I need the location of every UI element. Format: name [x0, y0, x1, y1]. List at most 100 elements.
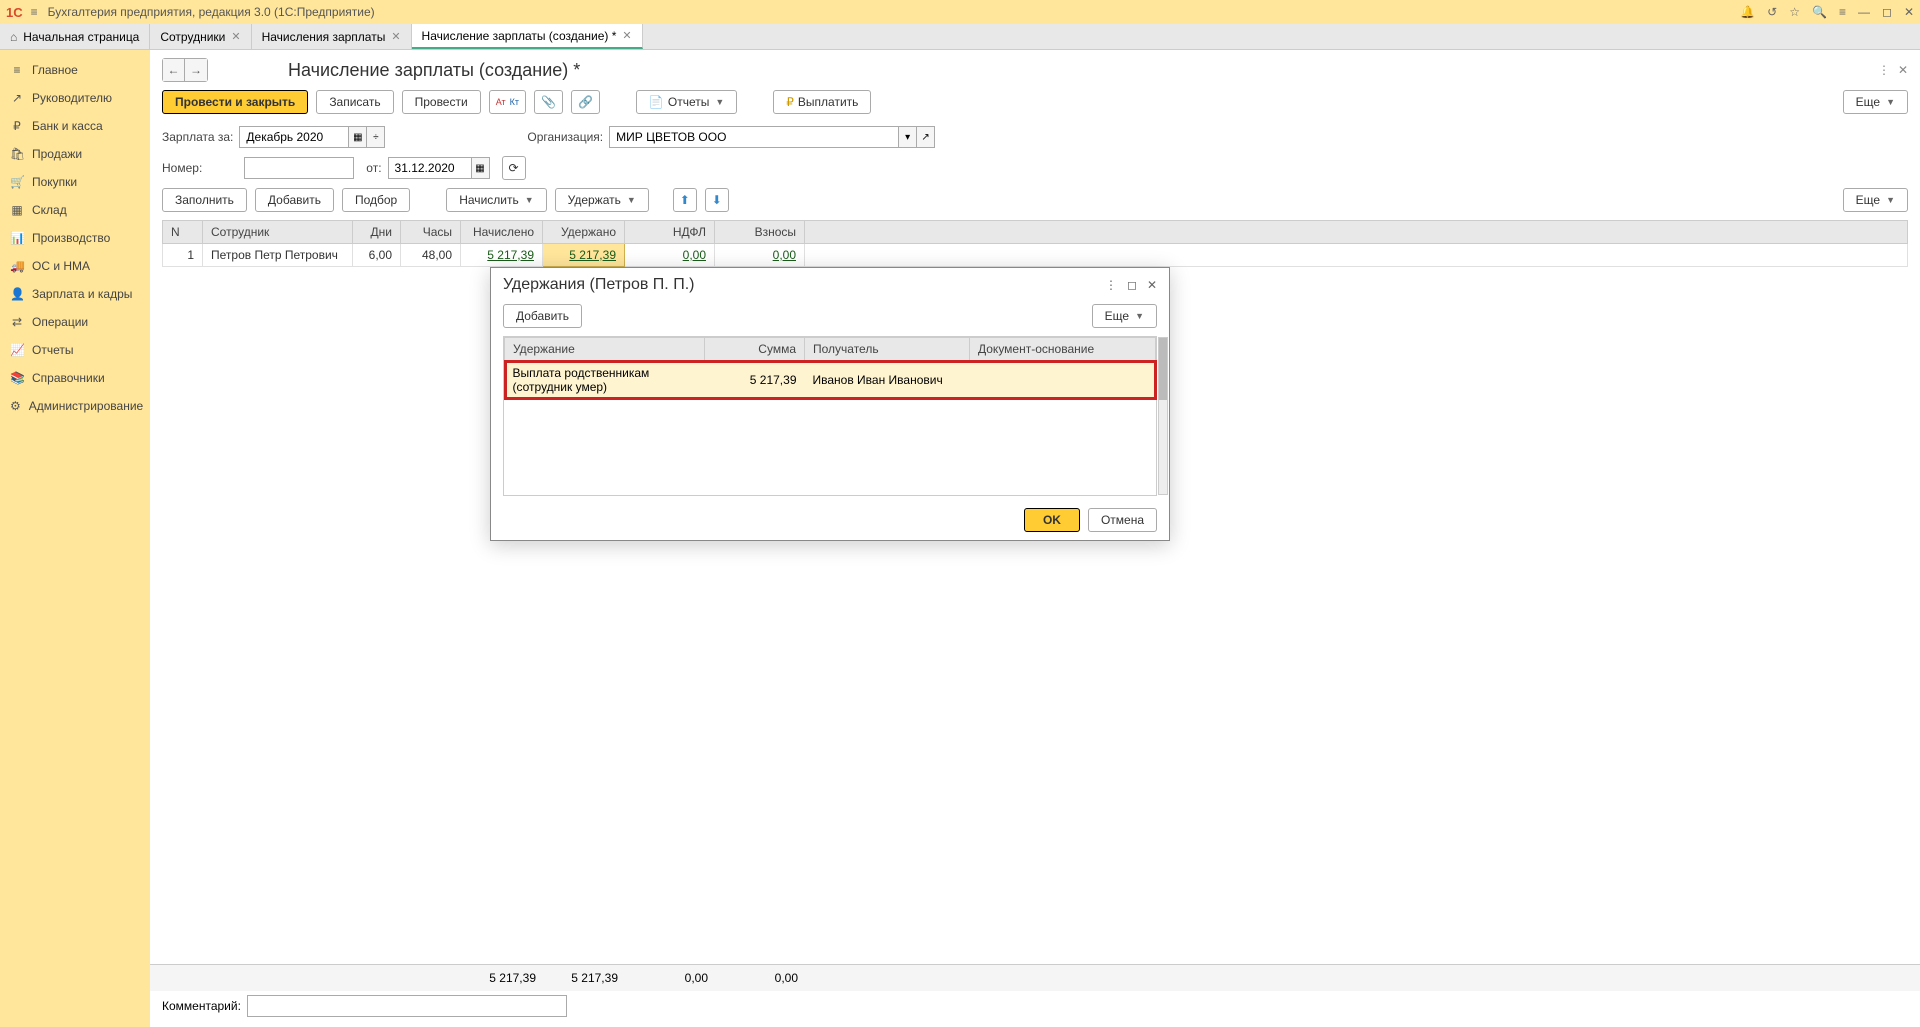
- cell-ndfl[interactable]: 0,00: [625, 244, 715, 267]
- refresh-button[interactable]: ⟳: [502, 156, 526, 180]
- sidebar-item-purchases[interactable]: 🛒Покупки: [0, 168, 150, 196]
- close-icon[interactable]: ✕: [622, 29, 631, 42]
- close-icon[interactable]: ✕: [231, 30, 240, 43]
- col-withheld[interactable]: Удержано: [543, 221, 625, 244]
- sidebar-item-warehouse[interactable]: ▦ Склад: [0, 196, 150, 224]
- col-ndfl[interactable]: НДФЛ: [625, 221, 715, 244]
- pay-button[interactable]: ₽Выплатить: [773, 90, 871, 114]
- attach-button[interactable]: 📎: [534, 90, 563, 114]
- sidebar-item-operations[interactable]: ⇄Операции: [0, 308, 150, 336]
- scrollbar[interactable]: [1158, 337, 1168, 495]
- post-and-close-button[interactable]: Провести и закрыть: [162, 90, 308, 114]
- ok-button[interactable]: OK: [1024, 508, 1080, 532]
- move-down-button[interactable]: ⬇: [705, 188, 729, 212]
- col-hours[interactable]: Часы: [401, 221, 461, 244]
- sidebar-item-fixed-assets[interactable]: 🚚ОС и НМА: [0, 252, 150, 280]
- table-row[interactable]: Выплата родственникам (сотрудник умер) 5…: [505, 361, 1156, 400]
- truck-icon: 🚚: [10, 259, 24, 273]
- grid-icon: ▦: [10, 203, 24, 217]
- cell-contrib[interactable]: 0,00: [715, 244, 805, 267]
- page-header: ← → Начисление зарплаты (создание) * ⋮ ✕: [150, 50, 1920, 86]
- forward-button[interactable]: →: [185, 59, 207, 81]
- salary-for-input[interactable]: [239, 126, 349, 148]
- sidebar-item-reports[interactable]: 📈Отчеты: [0, 336, 150, 364]
- col-n[interactable]: N: [163, 221, 203, 244]
- sidebar-item-bank[interactable]: ₽Банк и касса: [0, 112, 150, 140]
- kebab-icon[interactable]: ⋮: [1878, 63, 1890, 77]
- close-icon[interactable]: ✕: [391, 30, 400, 43]
- maximize-icon[interactable]: ◻: [1882, 5, 1892, 19]
- cell-basis: [970, 361, 1156, 400]
- link-button[interactable]: 🔗: [571, 90, 600, 114]
- sidebar-item-main[interactable]: ≡Главное: [0, 56, 150, 84]
- salary-for-label: Зарплата за:: [162, 130, 233, 144]
- sidebar-item-label: Склад: [32, 203, 67, 217]
- col-recipient[interactable]: Получатель: [805, 338, 970, 361]
- sidebar-item-catalogs[interactable]: 📚Справочники: [0, 364, 150, 392]
- cell-withheld[interactable]: 5 217,39: [543, 244, 625, 267]
- tab-accruals[interactable]: Начисления зарплаты ✕: [252, 24, 412, 49]
- dropdown-icon[interactable]: ▾: [899, 126, 917, 148]
- col-contrib[interactable]: Взносы: [715, 221, 805, 244]
- col-amount[interactable]: Сумма: [705, 338, 805, 361]
- col-deduction[interactable]: Удержание: [505, 338, 705, 361]
- modal-add-button[interactable]: Добавить: [503, 304, 582, 328]
- date-input[interactable]: [388, 157, 472, 179]
- col-basis[interactable]: Документ-основание: [970, 338, 1156, 361]
- back-button[interactable]: ←: [163, 59, 185, 81]
- table-row[interactable]: 1 Петров Петр Петрович 6,00 48,00 5 217,…: [163, 244, 1908, 267]
- total-accrued: 5 217,39: [462, 969, 544, 987]
- withhold-button[interactable]: Удержать▼: [555, 188, 649, 212]
- number-input[interactable]: [244, 157, 354, 179]
- form-row-number: Номер: от: ▦ ⟳: [150, 152, 1920, 184]
- filter-icon[interactable]: ≡: [1839, 5, 1846, 19]
- add-button[interactable]: Добавить: [255, 188, 334, 212]
- col-accrued[interactable]: Начислено: [461, 221, 543, 244]
- minimize-icon[interactable]: —: [1858, 5, 1870, 19]
- post-button[interactable]: Провести: [402, 90, 481, 114]
- fill-button[interactable]: Заполнить: [162, 188, 247, 212]
- swap-icon: ⇄: [10, 315, 24, 329]
- total-contrib: 0,00: [716, 969, 806, 987]
- reports-button[interactable]: 📄Отчеты▼: [636, 90, 737, 114]
- search-icon[interactable]: 🔍: [1812, 5, 1827, 19]
- modal-more-button[interactable]: Еще▼: [1092, 304, 1157, 328]
- calendar-icon[interactable]: ▦: [472, 157, 490, 179]
- maximize-icon[interactable]: ◻: [1127, 278, 1137, 292]
- tab-accrual-create[interactable]: Начисление зарплаты (создание) * ✕: [412, 24, 643, 49]
- tab-employees[interactable]: Сотрудники ✕: [150, 24, 251, 49]
- more-button[interactable]: Еще▼: [1843, 90, 1908, 114]
- org-input[interactable]: [609, 126, 899, 148]
- open-link-icon[interactable]: ↗: [917, 126, 935, 148]
- tab-home[interactable]: ⌂ Начальная страница: [0, 24, 150, 49]
- move-up-button[interactable]: ⬆: [673, 188, 697, 212]
- sidebar-item-admin[interactable]: ⚙Администрирование: [0, 392, 150, 420]
- save-button[interactable]: Записать: [316, 90, 393, 114]
- comment-label: Комментарий:: [162, 999, 241, 1013]
- cancel-button[interactable]: Отмена: [1088, 508, 1157, 532]
- tab-label: Начисления зарплаты: [262, 30, 386, 44]
- more-grid-button[interactable]: Еще▼: [1843, 188, 1908, 212]
- dt-kt-button[interactable]: АтКт: [489, 90, 526, 114]
- star-icon[interactable]: ☆: [1789, 5, 1800, 19]
- bell-icon[interactable]: 🔔: [1740, 5, 1755, 19]
- pick-button[interactable]: Подбор: [342, 188, 410, 212]
- sidebar-item-production[interactable]: 📊Производство: [0, 224, 150, 252]
- history-icon[interactable]: ↺: [1767, 5, 1777, 19]
- sidebar-item-sales[interactable]: 🛍Продажи: [0, 140, 150, 168]
- hamburger-icon[interactable]: ≡: [31, 5, 38, 19]
- close-page-icon[interactable]: ✕: [1898, 63, 1908, 77]
- kebab-icon[interactable]: ⋮: [1105, 278, 1117, 292]
- sidebar-item-payroll[interactable]: 👤Зарплата и кадры: [0, 280, 150, 308]
- col-days[interactable]: Дни: [353, 221, 401, 244]
- cell-accrued[interactable]: 5 217,39: [461, 244, 543, 267]
- comment-input[interactable]: [247, 995, 567, 1017]
- accrue-button[interactable]: Начислить▼: [446, 188, 546, 212]
- close-icon[interactable]: ✕: [1147, 278, 1157, 292]
- sidebar-item-manager[interactable]: ↗Руководителю: [0, 84, 150, 112]
- close-window-icon[interactable]: ✕: [1904, 5, 1914, 19]
- spinner-icon[interactable]: ÷: [367, 126, 385, 148]
- col-employee[interactable]: Сотрудник: [203, 221, 353, 244]
- chart-icon: 📊: [10, 231, 24, 245]
- calendar-icon[interactable]: ▦: [349, 126, 367, 148]
